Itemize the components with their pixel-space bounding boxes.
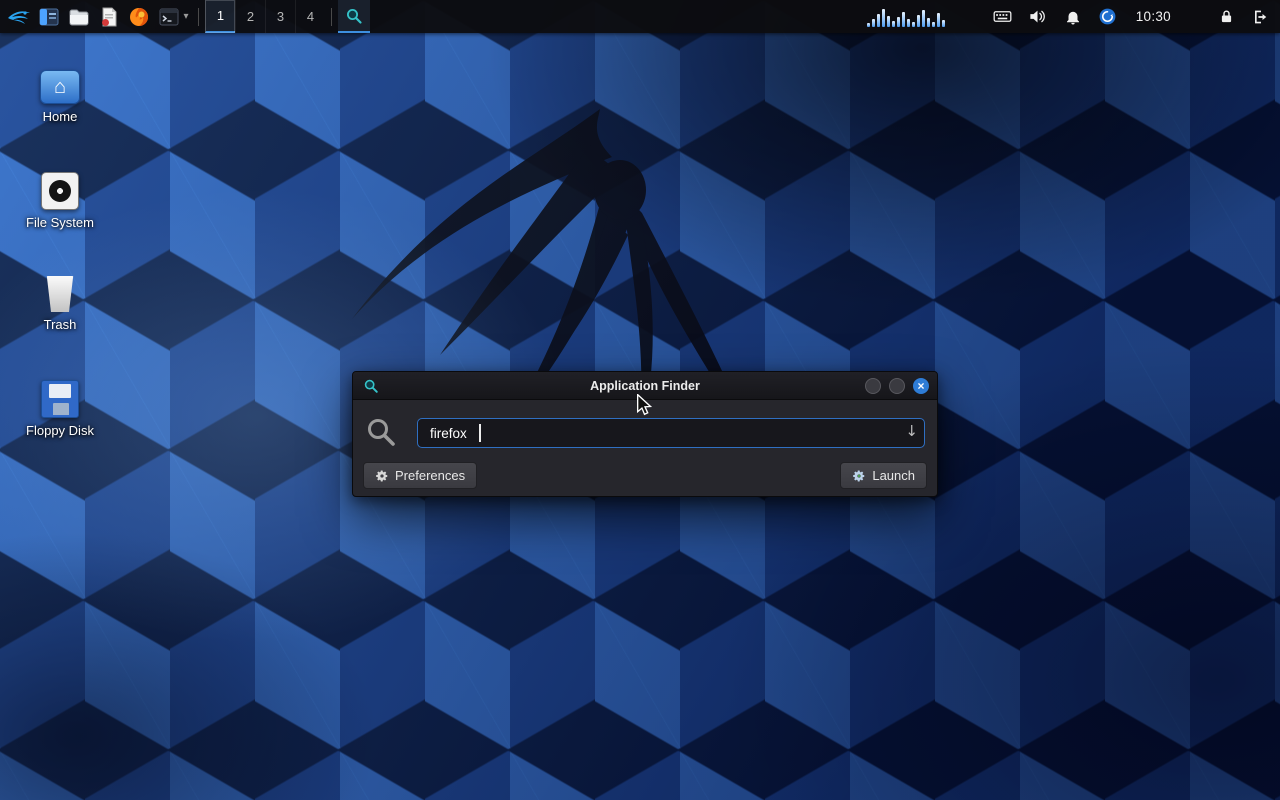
window-controls: × — [865, 378, 929, 394]
window-app-icon — [38, 6, 60, 28]
update-orb-icon — [1098, 7, 1117, 26]
terminal-icon — [158, 6, 180, 28]
clock[interactable]: 10:30 — [1136, 9, 1171, 24]
file-manager-launcher[interactable] — [64, 0, 94, 33]
updates-tray-icon[interactable] — [1097, 6, 1119, 28]
desktop-icon-trash[interactable]: Trash — [12, 268, 108, 332]
kali-logo-icon — [7, 5, 31, 29]
workspace-3[interactable]: 3 — [265, 0, 295, 33]
search-input[interactable] — [417, 418, 925, 448]
desktop: ▾ 1 2 3 4 — [0, 0, 1280, 800]
close-button[interactable]: × — [913, 378, 929, 394]
desktop-icon-floppy[interactable]: Floppy Disk — [12, 374, 108, 438]
maximize-button[interactable] — [889, 378, 905, 394]
house-glyph: ⌂ — [54, 76, 66, 99]
window-content: ↓ Preferences Launch — [353, 400, 937, 496]
preferences-button[interactable]: Preferences — [363, 462, 477, 489]
kali-menu-button[interactable] — [4, 0, 34, 33]
panel-left-group: ▾ 1 2 3 4 — [0, 0, 370, 33]
gear-icon — [375, 469, 389, 483]
display-settings-tray-icon[interactable] — [992, 6, 1014, 28]
minimize-button[interactable] — [865, 378, 881, 394]
floppy-disk-icon — [41, 380, 79, 418]
text-editor-launcher[interactable] — [94, 0, 124, 33]
keyboard-icon — [993, 7, 1012, 26]
home-icon: ⌂ — [40, 70, 80, 104]
panel-separator — [198, 8, 199, 26]
workspace-1[interactable]: 1 — [205, 0, 235, 33]
text-caret — [479, 424, 481, 442]
file-system-icon — [41, 172, 79, 210]
speaker-icon — [1028, 7, 1047, 26]
panel-separator — [331, 8, 332, 26]
window-titlebar[interactable]: Application Finder × — [353, 372, 937, 400]
logout-icon — [1252, 8, 1270, 26]
notifications-tray-icon[interactable] — [1062, 6, 1084, 28]
dropdown-arrow-icon[interactable]: ↓ — [905, 422, 918, 440]
panel-right-group: 10:30 — [867, 0, 1280, 33]
button-row: Preferences Launch — [363, 462, 927, 489]
desktop-icon-label: Home — [12, 109, 108, 124]
launch-button[interactable]: Launch — [840, 462, 927, 489]
window-title: Application Finder — [353, 372, 937, 400]
workspace-4[interactable]: 4 — [295, 0, 325, 33]
top-panel: ▾ 1 2 3 4 — [0, 0, 1280, 33]
firefox-launcher[interactable] — [124, 0, 154, 33]
desktop-icon-label: File System — [12, 215, 108, 230]
terminal-dropdown-chevron[interactable]: ▾ — [180, 11, 192, 22]
preferences-label: Preferences — [395, 468, 465, 483]
workspace-2[interactable]: 2 — [235, 0, 265, 33]
search-icon — [365, 416, 397, 448]
search-field-wrap: ↓ — [417, 418, 925, 448]
bell-icon — [1064, 8, 1082, 26]
application-finder-icon — [345, 7, 363, 25]
text-editor-icon — [98, 6, 120, 28]
desktop-icon-label: Floppy Disk — [12, 423, 108, 438]
volume-tray-icon[interactable] — [1027, 6, 1049, 28]
lock-icon — [1218, 8, 1235, 25]
desktop-icon-home[interactable]: ⌂ Home — [12, 60, 108, 124]
lock-screen-button[interactable] — [1215, 6, 1237, 28]
firefox-icon — [128, 6, 150, 28]
logout-button[interactable] — [1250, 6, 1272, 28]
launch-icon — [852, 469, 866, 483]
application-finder-taskbar-button[interactable] — [338, 0, 370, 33]
launch-label: Launch — [872, 468, 915, 483]
folder-icon — [68, 6, 90, 28]
audio-visualizer — [867, 7, 979, 27]
application-finder-window: Application Finder × ↓ — [352, 371, 938, 497]
trash-icon — [45, 276, 75, 312]
window-manager-launcher[interactable] — [34, 0, 64, 33]
desktop-icon-label: Trash — [12, 317, 108, 332]
desktop-icon-file-system[interactable]: File System — [12, 166, 108, 230]
